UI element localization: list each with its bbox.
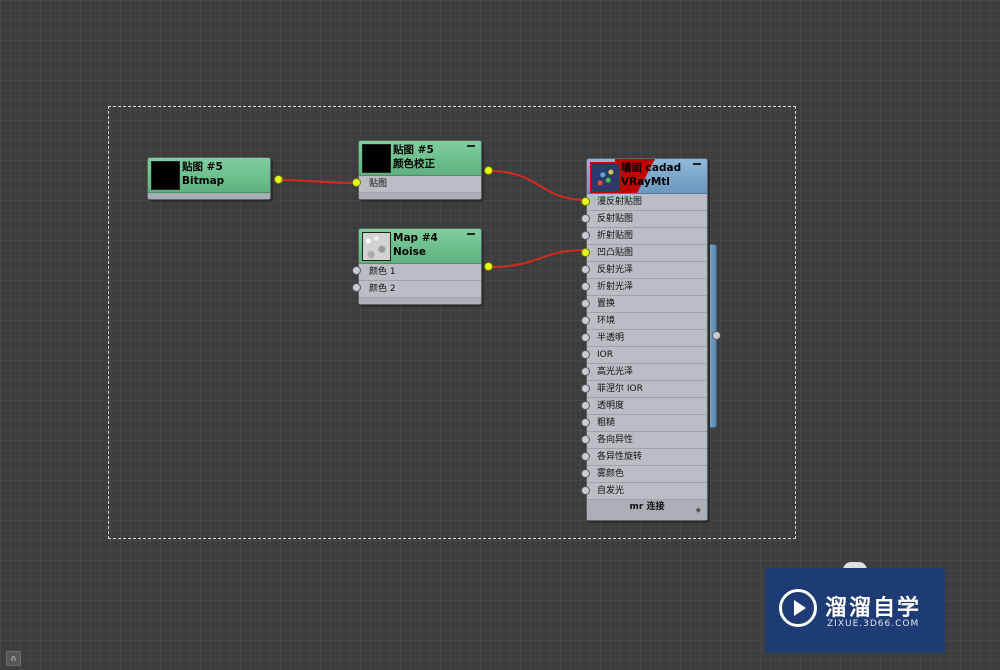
input-port[interactable]: [581, 435, 590, 444]
collapse-icon[interactable]: [693, 163, 701, 165]
collapse-icon[interactable]: [467, 233, 475, 235]
input-port[interactable]: [581, 231, 590, 240]
slot-row[interactable]: IOR: [581, 347, 707, 364]
slot-label: 颜色 2: [369, 284, 396, 294]
slot-label: 反射光泽: [597, 265, 634, 275]
output-port[interactable]: [484, 262, 493, 271]
slot-label: 高光光泽: [597, 367, 634, 377]
slot-row[interactable]: 粗糙: [581, 415, 707, 432]
input-port[interactable]: [581, 299, 590, 308]
input-port[interactable]: [581, 282, 590, 291]
slot-row[interactable]: 各向异性: [581, 432, 707, 449]
bitmap-thumbnail: [151, 161, 180, 190]
expand-icon[interactable]: ◆: [696, 503, 701, 517]
colorcorrect-thumbnail: [362, 144, 391, 173]
node-title-line2: Noise: [393, 246, 426, 258]
material-sphere-thumbnail: [590, 162, 621, 193]
input-port[interactable]: [581, 214, 590, 223]
input-port[interactable]: [581, 452, 590, 461]
input-port[interactable]: [581, 265, 590, 274]
input-port[interactable]: [581, 316, 590, 325]
slot-row[interactable]: 折射光泽: [581, 279, 707, 296]
slot-label: 置换: [597, 299, 616, 309]
watermark-url: ZIXUE.3D66.COM: [827, 619, 920, 629]
input-port[interactable]: [581, 248, 590, 257]
node-title-line2: 颜色校正: [393, 158, 435, 170]
input-port-map[interactable]: [352, 178, 361, 187]
slot-row[interactable]: 雾颜色: [581, 466, 707, 483]
slot-row[interactable]: 折射贴图: [581, 228, 707, 245]
input-port[interactable]: [581, 350, 590, 359]
node-title-line2: VRayMtl: [621, 176, 670, 188]
node-color-correction[interactable]: 贴图 #5 颜色校正 贴图: [352, 140, 493, 200]
slot-row[interactable]: 菲涅尔 IOR: [581, 381, 707, 398]
input-port[interactable]: [581, 486, 590, 495]
slot-row[interactable]: 环境: [581, 313, 707, 330]
slot-label: 透明度: [597, 401, 625, 411]
node-title-line1: Map #4: [393, 232, 438, 244]
node-title-line1: 贴图 #5: [393, 144, 434, 156]
slate-material-editor-view[interactable]: 贴图 #5 Bitmap 贴图 #5 颜色校正 贴图 Map #4 Noise …: [0, 0, 1000, 670]
watermark-name: 溜溜自学: [825, 596, 922, 621]
slot-label: 各向异性: [597, 435, 634, 445]
slot-label: 漫反射贴图: [597, 197, 643, 207]
slot-label: IOR: [597, 350, 613, 360]
slot-label: 环境: [597, 316, 616, 326]
slot-row[interactable]: 半透明: [581, 330, 707, 347]
slot-row[interactable]: 透明度: [581, 398, 707, 415]
slot-label: 各异性旋转: [597, 452, 643, 462]
watermark-logo: 溜溜自学 ZIXUE.3D66.COM: [765, 568, 945, 653]
slot-label: 粗糙: [597, 418, 616, 428]
mr-connection-label: mr 连接: [629, 502, 665, 512]
node-title-line1: 墙面 cadad: [621, 162, 682, 174]
slot-label: 折射光泽: [597, 282, 634, 292]
navigation-toggle-icon[interactable]: ∩: [6, 651, 21, 666]
node-bitmap[interactable]: 贴图 #5 Bitmap: [147, 157, 283, 200]
mr-connection-row[interactable]: mr 连接 ◆: [587, 500, 707, 514]
input-port-color2[interactable]: [352, 283, 361, 292]
input-port[interactable]: [581, 401, 590, 410]
slot-row[interactable]: 颜色 2: [359, 281, 481, 298]
slot-row[interactable]: 高光光泽: [581, 364, 707, 381]
slot-row[interactable]: 反射贴图: [581, 211, 707, 228]
slot-row[interactable]: 自发光: [581, 483, 707, 500]
output-port[interactable]: [274, 175, 283, 184]
noise-thumbnail: [362, 232, 391, 261]
slot-row[interactable]: 凹凸贴图: [581, 245, 707, 262]
slot-label: 颜色 1: [369, 267, 396, 277]
slot-row[interactable]: 各异性旋转: [581, 449, 707, 466]
slot-row[interactable]: 置换: [581, 296, 707, 313]
slot-row[interactable]: 反射光泽: [581, 262, 707, 279]
slot-row[interactable]: 颜色 1: [359, 264, 481, 281]
slot-label: 凹凸贴图: [597, 248, 634, 258]
slot-label: 贴图: [369, 179, 388, 189]
play-circle-icon: [779, 589, 817, 627]
vray-output-port[interactable]: [712, 331, 721, 340]
input-port[interactable]: [581, 418, 590, 427]
node-noise[interactable]: Map #4 Noise 颜色 1 颜色 2: [352, 228, 493, 305]
input-port-color1[interactable]: [352, 266, 361, 275]
slot-label: 雾颜色: [597, 469, 625, 479]
node-vraymtl[interactable]: 墙面 cadad VRayMtl 漫反射贴图反射贴图折射贴图凹凸贴图反射光泽折射…: [581, 158, 708, 521]
input-port[interactable]: [581, 197, 590, 206]
slot-label: 菲涅尔 IOR: [597, 384, 643, 394]
collapse-icon[interactable]: [467, 145, 475, 147]
slot-label: 折射贴图: [597, 231, 634, 241]
vray-slot-list: 漫反射贴图反射贴图折射贴图凹凸贴图反射光泽折射光泽置换环境半透明 IOR 高光光泽菲…: [581, 194, 707, 500]
output-port[interactable]: [484, 166, 493, 175]
input-port[interactable]: [581, 333, 590, 342]
input-port[interactable]: [581, 367, 590, 376]
input-port[interactable]: [581, 384, 590, 393]
slot-label: 反射贴图: [597, 214, 634, 224]
slot-row[interactable]: 贴图: [359, 176, 481, 193]
input-port[interactable]: [581, 469, 590, 478]
slot-label: 自发光: [597, 486, 625, 496]
slot-row[interactable]: 漫反射贴图: [581, 194, 707, 211]
node-title-line2: Bitmap: [182, 175, 225, 187]
slot-label: 半透明: [597, 333, 625, 343]
node-title-line1: 贴图 #5: [182, 161, 223, 173]
